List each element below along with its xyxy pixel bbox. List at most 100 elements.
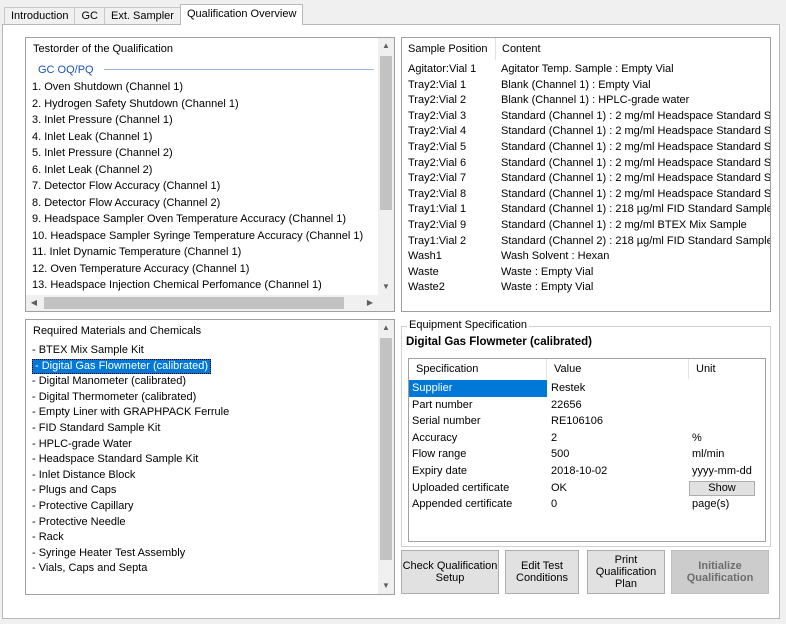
testorder-item[interactable]: 9. Headspace Sampler Oven Temperature Ac…	[26, 211, 378, 228]
material-item[interactable]: - Plugs and Caps	[26, 483, 378, 499]
spec-value-cell: Restek	[551, 382, 586, 394]
scroll-right-arrow-icon[interactable]: ▶	[362, 295, 378, 311]
table-row[interactable]: Serial number RE106106	[409, 413, 765, 430]
print-qualification-plan-button[interactable]: Print Qualification Plan	[587, 550, 665, 594]
materials-vertical-scrollbar[interactable]: ▲ ▼	[378, 320, 394, 594]
table-row[interactable]: Tray2:Vial 9 Standard (Channel 1) : 2 mg/…	[402, 218, 770, 234]
scroll-down-arrow-icon[interactable]: ▼	[378, 279, 394, 295]
table-row[interactable]: Tray2:Vial 5 Standard (Channel 1) : 2 mg/…	[402, 140, 770, 156]
testorder-horizontal-scrollbar[interactable]: ◀ ▶	[26, 295, 378, 311]
table-row[interactable]: Tray2:Vial 1 Blank (Channel 1) : Empty Vi…	[402, 78, 770, 94]
show-certificate-button[interactable]: Show	[689, 480, 755, 496]
tab-gc[interactable]: GC	[74, 7, 105, 25]
testorder-item[interactable]: 11. Inlet Dynamic Temperature (Channel 1…	[26, 244, 378, 261]
column-header-sample-position[interactable]: Sample Position	[402, 38, 496, 60]
table-row[interactable]: Accuracy 2%	[409, 430, 765, 447]
table-row[interactable]: Wash1 Wash Solvent : Hexan	[402, 249, 770, 265]
sample-positions-grid: Sample Position Content Agitator:Vial 1A…	[401, 37, 771, 312]
scroll-thumb[interactable]	[44, 297, 344, 309]
table-row[interactable]: Tray2:Vial 7 Standard (Channel 1) : 2 mg/…	[402, 171, 770, 187]
spec-unit-cell: yyyy-mm-dd	[692, 465, 752, 477]
check-qualification-setup-button[interactable]: Check Qualification Setup	[401, 550, 499, 594]
material-item[interactable]: - FID Standard Sample Kit	[26, 421, 378, 437]
testorder-item[interactable]: 12. Oven Temperature Accuracy (Channel 1…	[26, 261, 378, 278]
testorder-item[interactable]: 7. Detector Flow Accuracy (Channel 1)	[26, 178, 378, 195]
spec-value-cell: RE106106	[551, 415, 603, 428]
group-header-gc-oqpq[interactable]: GC OQ/PQ	[26, 60, 378, 79]
testorder-item[interactable]: 3. Inlet Pressure (Channel 1)	[26, 112, 378, 129]
table-row[interactable]: Uploaded certificate OK Show	[409, 480, 765, 497]
tab-strip: Introduction GC Ext. Sampler Qualificati…	[4, 4, 304, 25]
tab-qualification-overview[interactable]: Qualification Overview	[179, 4, 304, 25]
material-item[interactable]: - Rack	[26, 530, 378, 546]
scroll-thumb[interactable]	[380, 338, 392, 560]
table-row[interactable]: Tray1:Vial 2 Standard (Channel 2) : 218 µ…	[402, 234, 770, 250]
table-row[interactable]: Flow range 500 ml/min	[409, 446, 765, 463]
table-row[interactable]: Appended certificate 0 page(s)	[409, 496, 765, 513]
testorder-item[interactable]: 10. Headspace Sampler Syringe Temperatur…	[26, 228, 378, 245]
material-item[interactable]: - Digital Gas Flowmeter (calibrated)	[26, 358, 378, 375]
tab-introduction[interactable]: Introduction	[4, 7, 76, 25]
table-row[interactable]: Tray2:Vial 8 Standard (Channel 1) : 2 mg/…	[402, 187, 770, 203]
scroll-corner	[378, 295, 394, 311]
material-item[interactable]: - Vials, Caps and Septa	[26, 561, 378, 577]
table-row[interactable]: Tray2:Vial 6 Standard (Channel 1) : 2 mg/…	[402, 156, 770, 172]
table-row[interactable]: Tray2:Vial 2 Blank (Channel 1) : HPLC-gra…	[402, 93, 770, 109]
equipment-specification-group: Equipment Specification Digital Gas Flow…	[401, 319, 771, 547]
sample-position-cell: Tray2:Vial 2	[408, 94, 467, 107]
spec-name-cell: Part number	[412, 398, 473, 411]
scroll-up-arrow-icon[interactable]: ▲	[378, 38, 394, 54]
content-cell: Standard (Channel 1) : 2 mg/ml Headspace…	[501, 141, 771, 153]
spec-unit-cell: ml/min	[692, 448, 725, 461]
material-item[interactable]: - HPLC-grade Water	[26, 437, 378, 453]
material-item-label: - Digital Gas Flowmeter (calibrated)	[32, 358, 211, 374]
material-item[interactable]: - Headspace Standard Sample Kit	[26, 452, 378, 468]
column-header-unit[interactable]: Unit	[689, 359, 765, 379]
testorder-item[interactable]: 2. Hydrogen Safety Shutdown (Channel 1)	[26, 96, 378, 113]
material-item[interactable]: - Protective Needle	[26, 515, 378, 531]
scroll-up-arrow-icon[interactable]: ▲	[378, 320, 394, 336]
material-item[interactable]: - Digital Manometer (calibrated)	[26, 374, 378, 390]
sample-position-cell: Tray2:Vial 3	[408, 109, 467, 122]
table-row[interactable]: Waste2 Waste : Empty Vial	[402, 280, 770, 296]
material-item[interactable]: - BTEX Mix Sample Kit	[26, 343, 378, 359]
material-item[interactable]: - Inlet Distance Block	[26, 468, 378, 484]
initialize-qualification-button[interactable]: Initialize Qualification	[671, 550, 769, 594]
column-header-content[interactable]: Content	[496, 38, 770, 60]
materials-panel: Required Materials and Chemicals - BTEX …	[25, 319, 395, 595]
scroll-thumb[interactable]	[380, 56, 392, 210]
spec-name-cell: Flow range	[412, 448, 467, 461]
material-item[interactable]: - Digital Thermometer (calibrated)	[26, 390, 378, 406]
testorder-item[interactable]: 8. Detector Flow Accuracy (Channel 2)	[26, 195, 378, 212]
spec-value-cell: 2	[551, 431, 558, 444]
column-header-value[interactable]: Value	[547, 359, 689, 379]
testorder-list: GC OQ/PQ 1. Oven Shutdown (Channel 1) 2. …	[26, 60, 378, 294]
group-divider	[103, 69, 374, 70]
testorder-panel: Testorder of the Qualification GC OQ/PQ …	[25, 37, 395, 312]
table-row[interactable]: Tray2:Vial 4 Standard (Channel 1) : 2 mg/…	[402, 124, 770, 140]
button-label-line: Initialize	[698, 560, 742, 572]
scroll-left-arrow-icon[interactable]: ◀	[26, 295, 42, 311]
testorder-item[interactable]: 1. Oven Shutdown (Channel 1)	[26, 79, 378, 96]
testorder-item[interactable]: 5. Inlet Pressure (Channel 2)	[26, 145, 378, 162]
spec-name-cell: Supplier	[409, 380, 547, 397]
tab-ext-sampler[interactable]: Ext. Sampler	[103, 7, 181, 25]
testorder-item[interactable]: 4. Inlet Leak (Channel 1)	[26, 129, 378, 146]
column-header-specification[interactable]: Specification	[409, 359, 547, 379]
material-item[interactable]: - Empty Liner with GRAPHPACK Ferrule	[26, 405, 378, 421]
material-item[interactable]: - Syringe Heater Test Assembly	[26, 546, 378, 562]
scroll-down-arrow-icon[interactable]: ▼	[378, 578, 394, 594]
table-row[interactable]: Expiry date 2018-10-02 yyyy-mm-dd	[409, 463, 765, 480]
testorder-item[interactable]: 13. Headspace Injection Chemical Perfoma…	[26, 277, 378, 294]
table-row[interactable]: Part number 22656	[409, 397, 765, 414]
table-row[interactable]: Tray2:Vial 3 Standard (Channel 1) : 2 mg/…	[402, 109, 770, 125]
edit-test-conditions-button[interactable]: Edit Test Conditions	[505, 550, 579, 594]
material-item[interactable]: - Protective Capillary	[26, 499, 378, 515]
table-row[interactable]: Agitator:Vial 1 Agitator Temp. Sample : E…	[402, 62, 770, 78]
table-row[interactable]: Waste Waste : Empty Vial	[402, 265, 770, 281]
table-row[interactable]: Supplier Restek	[409, 380, 765, 397]
testorder-item[interactable]: 6. Inlet Leak (Channel 2)	[26, 162, 378, 179]
table-row[interactable]: Tray1:Vial 1 Standard (Channel 1) : 218 µ…	[402, 202, 770, 218]
material-item-label: - Digital Manometer (calibrated)	[32, 375, 187, 388]
testorder-vertical-scrollbar[interactable]: ▲ ▼	[378, 38, 394, 295]
